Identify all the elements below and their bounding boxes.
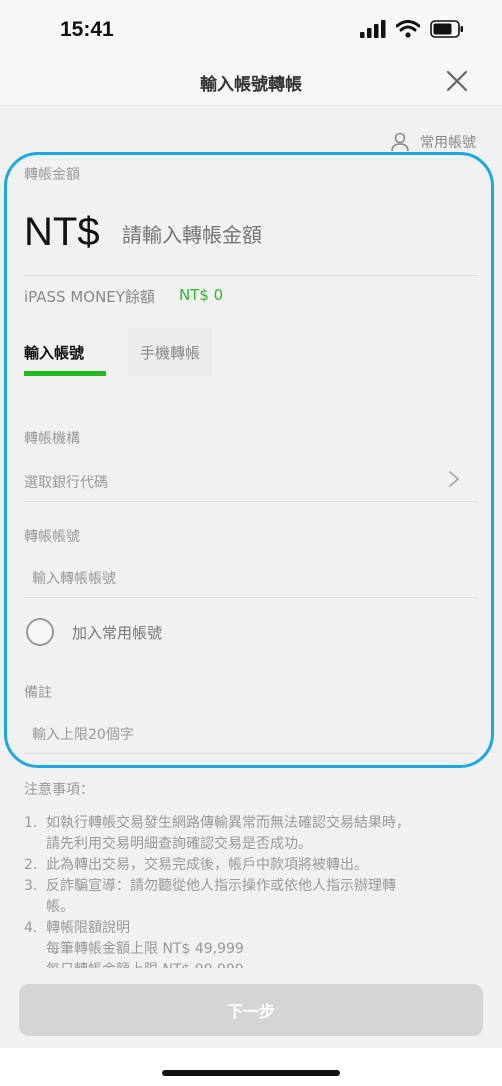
status-time: 15:41 — [60, 18, 114, 41]
memo-input[interactable]: 輸入上限20個字 — [24, 714, 478, 754]
account-input[interactable]: 輸入轉帳帳號 — [24, 558, 478, 598]
person-icon — [391, 132, 409, 152]
balance-label: iPASS MONEY餘額 — [24, 288, 155, 306]
balance-value: NT$ 0 — [178, 286, 224, 304]
bank-placeholder: 選取銀行代碼 — [24, 475, 108, 491]
note-line: 如執行轉帳交易發生網路傳輸異常而無法確認交易結果時， — [46, 815, 410, 831]
note-number: 1. — [24, 815, 38, 831]
amount-input[interactable] — [122, 220, 462, 250]
bottom-safe-area — [0, 1048, 502, 1086]
page-title: 輸入帳號轉帳 — [200, 75, 302, 95]
note-item: 2. 此為轉出交易，交易完成後，帳戶中款項將被轉出。 — [24, 855, 474, 876]
note-line: 請先利用交易明細查詢確認交易是否成功。 — [46, 836, 312, 852]
account-label: 轉帳帳號 — [24, 529, 80, 545]
note-line: 每筆轉帳金額上限 NT$ 49,999 — [46, 941, 244, 957]
notes-title: 注意事項： — [24, 782, 94, 798]
note-line: 帳。 — [46, 899, 74, 915]
amount-currency: NT$ — [24, 210, 100, 254]
notes-section: 注意事項： 1. 如執行轉帳交易發生網路傳輸異常而無法確認交易結果時， 請先利用… — [24, 780, 474, 968]
favorite-accounts-button[interactable]: 常用帳號 — [390, 132, 476, 152]
memo-label: 備註 — [24, 685, 52, 701]
bank-selector[interactable]: 選取銀行代碼 — [24, 462, 478, 502]
note-number: 3. — [24, 878, 38, 894]
account-placeholder: 輸入轉帳帳號 — [32, 571, 116, 587]
wifi-icon — [396, 20, 420, 38]
transfer-tabs: 輸入帳號 手機轉帳 — [24, 328, 212, 376]
tab-account-number[interactable]: 輸入帳號 — [24, 328, 106, 376]
next-button[interactable]: 下一步 — [19, 984, 483, 1036]
add-favorite-label: 加入常用帳號 — [72, 623, 163, 642]
chevron-right-icon — [449, 471, 460, 487]
note-number: 4. — [24, 920, 38, 936]
note-item: 3. 反詐騙宣導：請勿聽從他人指示操作或依他人指示辦理轉 帳。 — [24, 876, 474, 918]
bank-label: 轉帳機構 — [24, 431, 80, 447]
note-line: 反詐騙宣導：請勿聽從他人指示操作或依他人指示辦理轉 — [46, 878, 396, 894]
memo-placeholder: 輸入上限20個字 — [32, 727, 134, 743]
note-line: 轉帳限額說明 — [46, 920, 130, 936]
note-item: 4. 轉帳限額說明 每筆轉帳金額上限 NT$ 49,999 每日轉帳金額上限 N… — [24, 918, 474, 968]
amount-label: 轉帳金額 — [24, 167, 80, 183]
note-line: 每日轉帳金額上限 NT$ 99,999 — [46, 960, 474, 968]
home-indicator — [162, 1070, 340, 1076]
nav-bar: 輸入帳號轉帳 — [0, 56, 502, 106]
add-favorite-checkbox[interactable]: 加入常用帳號 — [26, 618, 162, 646]
close-icon[interactable] — [446, 70, 468, 92]
note-number: 2. — [24, 857, 38, 873]
cellular-signal-icon — [360, 20, 386, 38]
note-line: 此為轉出交易，交易完成後，帳戶中款項將被轉出。 — [46, 857, 368, 873]
amount-row: NT$ — [24, 210, 478, 276]
note-item: 1. 如執行轉帳交易發生網路傳輸異常而無法確認交易結果時， 請先利用交易明細查詢… — [24, 813, 474, 855]
battery-icon — [430, 20, 463, 38]
balance-row: iPASS MONEY餘額 NT$ 0 — [24, 286, 223, 307]
favorite-accounts-label: 常用帳號 — [420, 135, 476, 151]
status-bar: 15:41 — [0, 0, 502, 56]
radio-circle-icon — [26, 618, 54, 646]
status-icons — [360, 20, 464, 38]
tab-mobile-transfer[interactable]: 手機轉帳 — [128, 328, 212, 376]
